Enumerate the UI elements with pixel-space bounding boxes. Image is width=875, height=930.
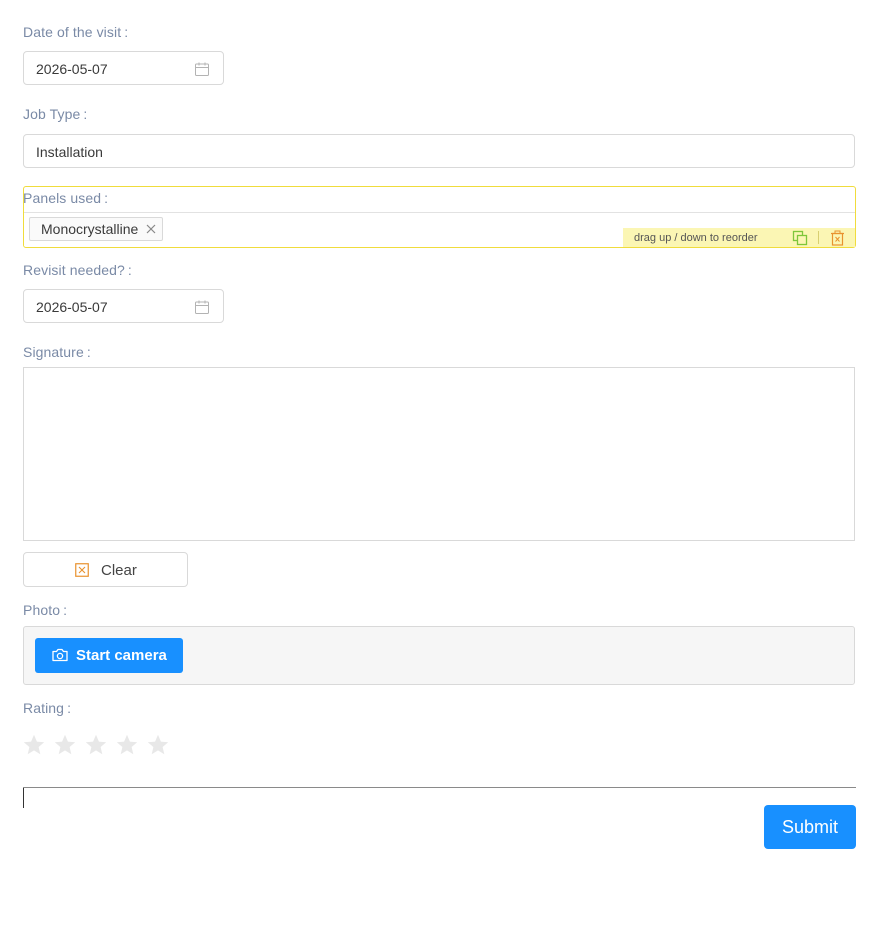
submit-button[interactable]: Submit [764, 805, 856, 849]
camera-icon [52, 648, 68, 662]
revisit-label-text: Revisit needed? [23, 262, 125, 278]
text-caret [23, 788, 24, 808]
revisit-date-value: 2026-05-07 [36, 299, 108, 315]
form-divider [23, 787, 856, 788]
revisit-label-colon: : [127, 262, 132, 278]
star-icon[interactable] [53, 733, 77, 757]
signature-pad[interactable] [23, 367, 855, 541]
job-type-label: Job Type: [23, 106, 87, 122]
signature-label-colon: : [86, 344, 91, 360]
visit-date-label-text: Date of the visit [23, 24, 122, 40]
photo-capture-box: Start camera [23, 626, 855, 685]
submit-button-label: Submit [781, 817, 839, 837]
reorder-hint: drag up / down to reorder [634, 232, 758, 244]
signature-label: Signature: [23, 344, 91, 360]
revisit-date-input[interactable]: 2026-05-07 [23, 289, 224, 323]
start-camera-button[interactable]: Start camera [35, 638, 183, 673]
clear-button-label: Clear [101, 562, 137, 579]
star-icon[interactable] [146, 733, 170, 757]
question-toolbar[interactable]: drag up / down to reorder [623, 228, 855, 247]
close-icon[interactable] [146, 224, 156, 234]
photo-label-colon: : [63, 602, 68, 618]
visit-date-value: 2026-05-07 [36, 61, 108, 77]
job-type-label-text: Job Type [23, 106, 81, 122]
job-type-label-colon: : [83, 106, 88, 122]
calendar-icon[interactable] [194, 299, 210, 315]
signature-label-text: Signature [23, 344, 84, 360]
visit-date-label-colon: : [124, 24, 129, 40]
rating-label: Rating: [23, 700, 71, 716]
panels-used-label: Panels used: [23, 190, 108, 206]
start-camera-label: Start camera [76, 647, 167, 664]
clear-signature-button[interactable]: Clear [23, 552, 188, 587]
panels-used-label-text: Panels used [23, 190, 102, 206]
rating-label-colon: : [67, 700, 72, 716]
job-type-value: Installation [36, 144, 103, 160]
star-icon[interactable] [22, 733, 46, 757]
star-icon[interactable] [84, 733, 108, 757]
visit-date-label: Date of the visit: [23, 24, 128, 40]
duplicate-icon[interactable] [792, 230, 808, 246]
toolbar-separator [818, 231, 819, 244]
clear-icon [75, 563, 89, 577]
revisit-label: Revisit needed?: [23, 262, 132, 278]
visit-date-input[interactable]: 2026-05-07 [23, 51, 224, 85]
rating-label-text: Rating [23, 700, 65, 716]
trash-icon[interactable] [830, 230, 845, 246]
panels-used-question[interactable]: Panels used: Monocrystalline drag up / d… [23, 186, 856, 248]
calendar-icon[interactable] [194, 61, 210, 77]
photo-label-text: Photo [23, 602, 61, 618]
panel-tag: Monocrystalline [29, 217, 164, 241]
photo-label: Photo: [23, 602, 67, 618]
panel-tag-label: Monocrystalline [41, 221, 139, 237]
job-type-input[interactable]: Installation [23, 134, 855, 168]
panels-used-label-colon: : [104, 190, 109, 206]
star-icon[interactable] [115, 733, 139, 757]
